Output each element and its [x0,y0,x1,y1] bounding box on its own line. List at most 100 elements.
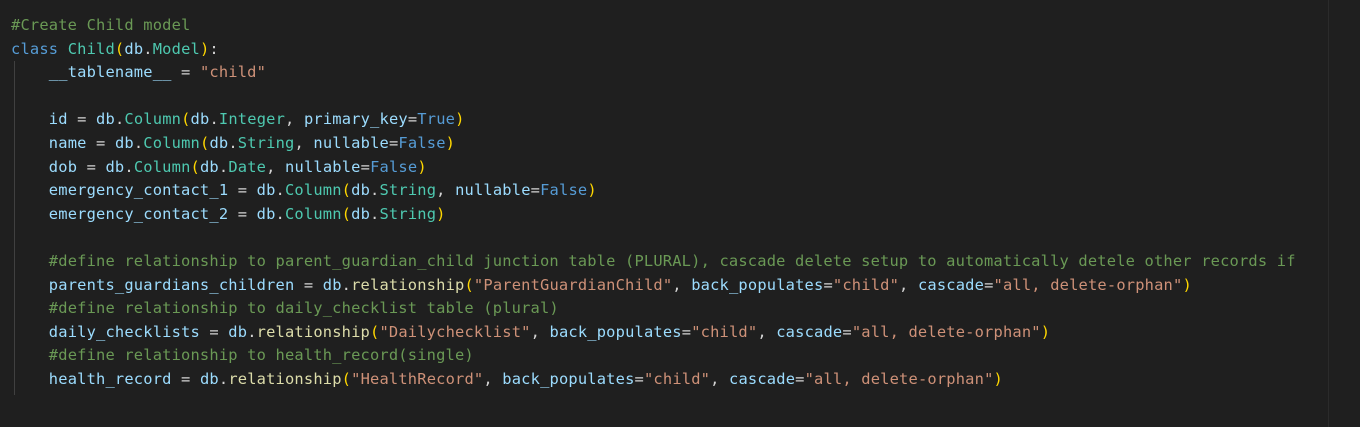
code-token: ( [341,181,352,200]
code-token: db [228,322,248,341]
code-token: Column [284,204,342,223]
code-token: #Create Child model [11,16,191,34]
code-token: "child" [643,369,711,388]
code-line[interactable]: daily_checklists = db.relationship("Dail… [11,321,1296,345]
code-token: = [294,275,323,294]
code-token: back_populates [549,322,682,341]
code-token: . [275,204,285,223]
code-token: relationship [256,322,370,341]
code-line[interactable]: #define relationship to parent_guardian_… [11,250,1296,274]
code-token: . [143,39,153,58]
code-token: Column [143,133,200,152]
code-token: daily_checklists [48,322,200,341]
code-line[interactable]: dob = db.Column(db.Date, nullable=False) [11,156,1296,180]
code-token: = [86,133,115,152]
code-editor[interactable]: #Create Child model class Child(db.Model)… [0,0,1328,427]
code-token: String [379,181,437,200]
code-token: ) [1040,322,1051,341]
code-token: . [247,322,257,341]
code-token: Date [228,157,267,176]
code-token: cascade [776,322,843,341]
code-token: = [199,322,229,341]
code-token: nullable [285,157,361,176]
code-line[interactable]: class Child(db.Model): [11,38,1296,62]
code-line[interactable]: ​ [11,226,1296,250]
code-token: db [256,204,276,223]
code-line[interactable]: ​ [11,85,1296,109]
code-line[interactable]: name = db.Column(db.String, nullable=Fal… [11,132,1296,156]
code-token: nullable [455,181,531,200]
code-token: . [114,110,125,129]
code-line[interactable]: emergency_contact_2 = db.Column(db.Strin… [11,203,1296,227]
code-line[interactable]: #define relationship to health_record(si… [11,344,1296,368]
code-token: = [171,63,200,82]
code-token: Column [124,110,182,129]
code-token: Model [152,39,200,58]
code-token: , [899,275,918,294]
code-token: "all, delete-orphan" [851,322,1041,341]
code-token: emergency_contact_2 [48,204,229,223]
code-token: primary_key [303,110,408,129]
code-token: relationship [228,369,342,388]
code-token: . [341,275,352,294]
code-line[interactable]: emergency_contact_1 = db.Column(db.Strin… [11,179,1296,203]
code-line[interactable]: parents_guardians_children = db.relation… [11,274,1296,298]
code-content[interactable]: #Create Child model class Child(db.Model)… [11,14,1296,392]
code-token: ( [181,110,191,129]
code-token: String [379,204,437,223]
code-token: . [133,133,144,152]
code-token: back_populates [502,369,635,388]
code-token: db [199,157,219,176]
code-token: = [77,157,106,176]
code-line[interactable]: #Create Child model [11,14,1296,38]
code-token: ) [993,369,1003,388]
vertical-scrollbar[interactable] [1328,0,1360,427]
code-line[interactable]: id = db.Column(db.Integer, primary_key=T… [11,108,1296,132]
code-token: ) [455,110,465,129]
code-token: . [228,133,238,152]
code-token: = [360,157,371,176]
code-token: False [540,181,588,200]
code-token: "ParentGuardianChild" [473,275,673,294]
code-token: db [322,275,342,294]
code-token: False [398,133,446,152]
code-token: db [256,181,276,200]
code-token: ) [587,181,597,200]
code-token: . [218,369,229,388]
code-token: name [48,133,87,152]
code-token: , [483,369,503,388]
code-token: db [124,39,144,58]
code-token: cascade [917,275,985,294]
code-line[interactable]: __tablename__ = "child" [11,61,1296,85]
code-line[interactable]: health_record = db.relationship("HealthR… [11,368,1296,392]
code-token: db [105,157,125,176]
code-token: ( [341,369,352,388]
code-token: health_record [48,369,172,388]
code-token: ( [341,204,352,223]
code-line[interactable]: #define relationship to daily_checklist … [11,297,1296,321]
code-token: , [710,369,730,388]
code-token: . [218,157,229,176]
code-token: = [634,369,644,388]
code-token: = [530,181,541,200]
code-token: ) [1182,275,1192,294]
code-token: = [67,110,97,129]
code-token: __tablename__ [48,63,172,82]
code-token: False [370,157,418,176]
code-token: = [407,110,418,129]
code-token: , [436,181,456,200]
code-token: db [114,133,134,152]
code-token: ) [417,157,427,176]
code-token: Child [67,39,115,58]
code-token: id [48,110,68,129]
code-token: #define relationship to parent_guardian_… [48,251,1296,270]
code-token: . [124,157,134,176]
code-token: . [275,181,285,200]
code-token: "child" [832,275,900,294]
